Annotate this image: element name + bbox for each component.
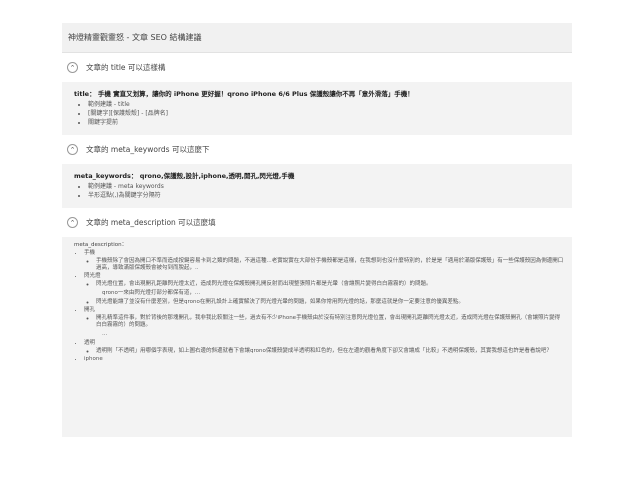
list-item: 手機殼除了會因為開口不準而造成按鍵容易卡到之類的問題，不過這種...老實說實在大… xyxy=(96,258,564,272)
list-item: [關鍵字][保護殼殼] - [品牌名] xyxy=(88,110,564,118)
list-item: 透明 透明則「不透明」用哪個字表現，如上圖右邊的斜邊就看下會讓qrono保護殼變… xyxy=(84,340,564,355)
desc-item-name: iphone xyxy=(84,356,103,362)
list-item: 範例建議 - title xyxy=(88,101,564,109)
description-list: 手機 手機殼除了會因為開口不準而造成按鍵容易卡到之類的問題，不過這種...老實說… xyxy=(74,250,564,363)
desc-item-name: 閃光燈 xyxy=(84,273,101,279)
seo-suggestion-panel: 神燈精靈觀靈怒 - 文章 SEO 結構建議 ⌃ 文章的 title 可以這樣構 … xyxy=(62,23,572,437)
collapse-circle-icon[interactable]: ⌃ xyxy=(67,144,78,155)
desc-item-name: 手機 xyxy=(84,250,96,256)
list-item: 閃光燈 閃光燈位置，會出現開孔距離閃光燈太近，造成閃光燈在保護殼開孔開反射而出現… xyxy=(84,273,564,306)
list-item: 閃光燈位置，會出現開孔距離閃光燈太近，造成閃光燈在保護殼開孔開反射而出現整張照片… xyxy=(96,281,564,288)
panel-title: 神燈精靈觀靈怒 - 文章 SEO 結構建議 xyxy=(68,33,202,42)
list-item: 關鍵字提前 xyxy=(88,119,564,127)
title-line: title： 手機 實直又划算，讓你的 iPhone 更好握！qrono iPh… xyxy=(74,88,564,98)
desc-paragraph: ... xyxy=(102,331,108,337)
section-description-heading: 文章的 meta_description 可以這麼填 xyxy=(86,218,216,227)
list-item: 開孔 開孔精準這件事，對於背後的那塊開孔，我非我比較關注一些，過去有不少iPho… xyxy=(84,307,564,338)
keywords-key: meta_keywords： xyxy=(74,172,138,180)
collapse-circle-icon[interactable]: ⌃ xyxy=(67,62,78,73)
section-keywords-header[interactable]: ⌃ 文章的 meta_keywords 可以這麼下 xyxy=(62,141,572,158)
desc-paragraph: qrono一來由閃光燈打部分都保有道，... xyxy=(102,290,201,296)
section-title-heading: 文章的 title 可以這樣構 xyxy=(86,63,166,72)
description-label: meta_description： xyxy=(74,242,128,248)
section-keywords-box: meta_keywords： qrono,保護殼,設計,iphone,透明,開孔… xyxy=(62,164,572,208)
list-item: 閃光燈能讓了並沒有什麼差別，但是qrono在開孔設計上確實解決了閃光燈光暈的問題… xyxy=(96,299,564,306)
keywords-bullets: 範例建議 - meta keywords 半形逗點(,)為關鍵字分隔符 xyxy=(74,183,564,200)
keywords-value: qrono,保護殼,設計,iphone,透明,開孔,閃光燈,手機 xyxy=(139,172,295,180)
list-item: 開孔精準這件事，對於背後的那塊開孔，我非我比較關注一些，過去有不少iPhone手… xyxy=(96,315,564,329)
section-description-header[interactable]: ⌃ 文章的 meta_description 可以這麼填 xyxy=(62,214,572,231)
list-item: 半形逗點(,)為關鍵字分隔符 xyxy=(88,192,564,200)
collapse-circle-icon[interactable]: ⌃ xyxy=(67,217,78,228)
desc-item-name: 透明 xyxy=(84,340,96,346)
list-item: 手機 手機殼除了會因為開口不準而造成按鍵容易卡到之類的問題，不過這種...老實說… xyxy=(84,250,564,272)
list-item: iphone xyxy=(84,356,564,363)
title-value: 手機 實直又划算，讓你的 iPhone 更好握！qrono iPhone 6/6… xyxy=(97,90,414,98)
list-item: 透明則「不透明」用哪個字表現，如上圖右邊的斜邊就看下會讓qrono保護殼變成半透… xyxy=(96,348,564,355)
section-title-header[interactable]: ⌃ 文章的 title 可以這樣構 xyxy=(62,59,572,76)
list-item: 範例建議 - meta keywords xyxy=(88,183,564,191)
section-keywords-heading: 文章的 meta_keywords 可以這麼下 xyxy=(86,145,210,154)
title-key: title： xyxy=(74,90,96,98)
section-title-box: title： 手機 實直又划算，讓你的 iPhone 更好握！qrono iPh… xyxy=(62,82,572,135)
desc-item-name: 開孔 xyxy=(84,307,96,313)
section-description-box: meta_description： 手機 手機殼除了會因為開口不準而造成按鍵容易… xyxy=(62,237,572,437)
panel-header: 神燈精靈觀靈怒 - 文章 SEO 結構建議 xyxy=(62,23,572,53)
title-bullets: 範例建議 - title [關鍵字][保護殼殼] - [品牌名] 關鍵字提前 xyxy=(74,101,564,127)
keywords-line: meta_keywords： qrono,保護殼,設計,iphone,透明,開孔… xyxy=(74,170,564,180)
